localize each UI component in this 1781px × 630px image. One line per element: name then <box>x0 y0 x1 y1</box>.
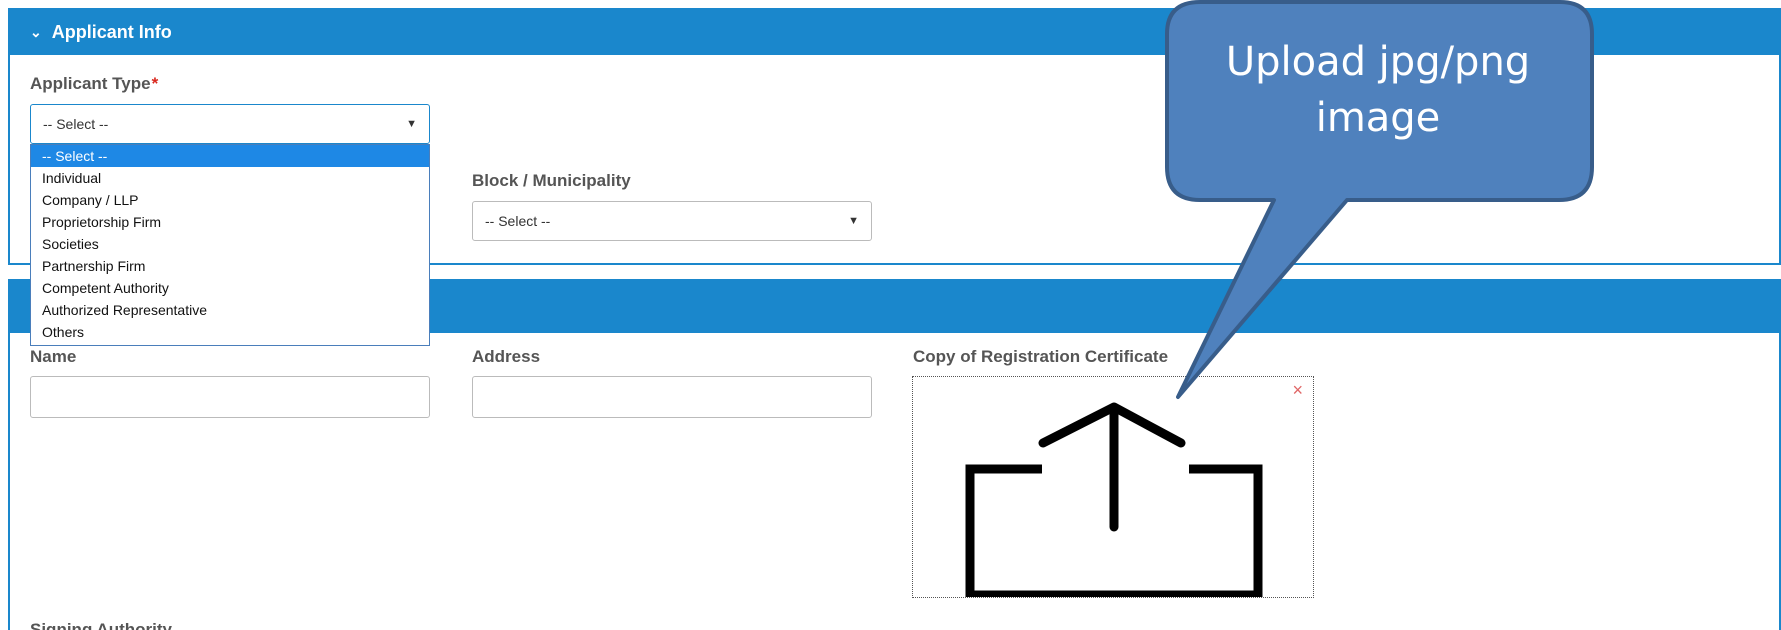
address-label: Address <box>472 347 541 366</box>
dropdown-option-authorized-representative[interactable]: Authorized Representative <box>31 299 429 321</box>
applicant-type-label: Applicant Type* <box>30 74 159 93</box>
dropdown-option-societies[interactable]: Societies <box>31 233 429 255</box>
applicant-type-select-value: -- Select -- <box>43 116 109 132</box>
name-label: Name <box>30 347 77 366</box>
chevron-down-icon[interactable]: ⌄ <box>30 24 42 41</box>
signing-authority-label: Signing Authority <box>30 620 172 630</box>
dropdown-option-competent-authority[interactable]: Competent Authority <box>31 277 429 299</box>
callout-text-line2: image <box>1315 95 1441 141</box>
dropdown-option-partnership-firm[interactable]: Partnership Firm <box>31 255 429 277</box>
applicant-info-title: Applicant Info <box>51 22 172 42</box>
dropdown-option-company-llp[interactable]: Company / LLP <box>31 189 429 211</box>
address-input[interactable] <box>472 376 872 418</box>
required-mark: * <box>151 74 159 93</box>
callout-text-line1: Upload jpg/png <box>1225 39 1531 85</box>
triangle-down-icon: ▼ <box>848 215 859 227</box>
dropdown-option-others[interactable]: Others <box>31 321 429 343</box>
block-municipality-label: Block / Municipality <box>472 171 631 190</box>
name-input[interactable] <box>30 376 430 418</box>
callout-text: Upload jpg/png image <box>1168 34 1588 146</box>
block-municipality-select[interactable]: -- Select -- ▼ <box>472 201 872 241</box>
dropdown-option-select[interactable]: -- Select -- <box>31 145 429 167</box>
dropdown-option-proprietorship-firm[interactable]: Proprietorship Firm <box>31 211 429 233</box>
applicant-type-dropdown[interactable]: -- Select -- Individual Company / LLP Pr… <box>30 144 430 346</box>
certificate-label: Copy of Registration Certificate <box>913 347 1169 366</box>
block-municipality-select-value: -- Select -- <box>485 213 551 229</box>
dropdown-option-individual[interactable]: Individual <box>31 167 429 189</box>
applicant-type-select[interactable]: -- Select -- ▼ <box>30 104 430 144</box>
triangle-down-icon: ▼ <box>406 118 417 130</box>
